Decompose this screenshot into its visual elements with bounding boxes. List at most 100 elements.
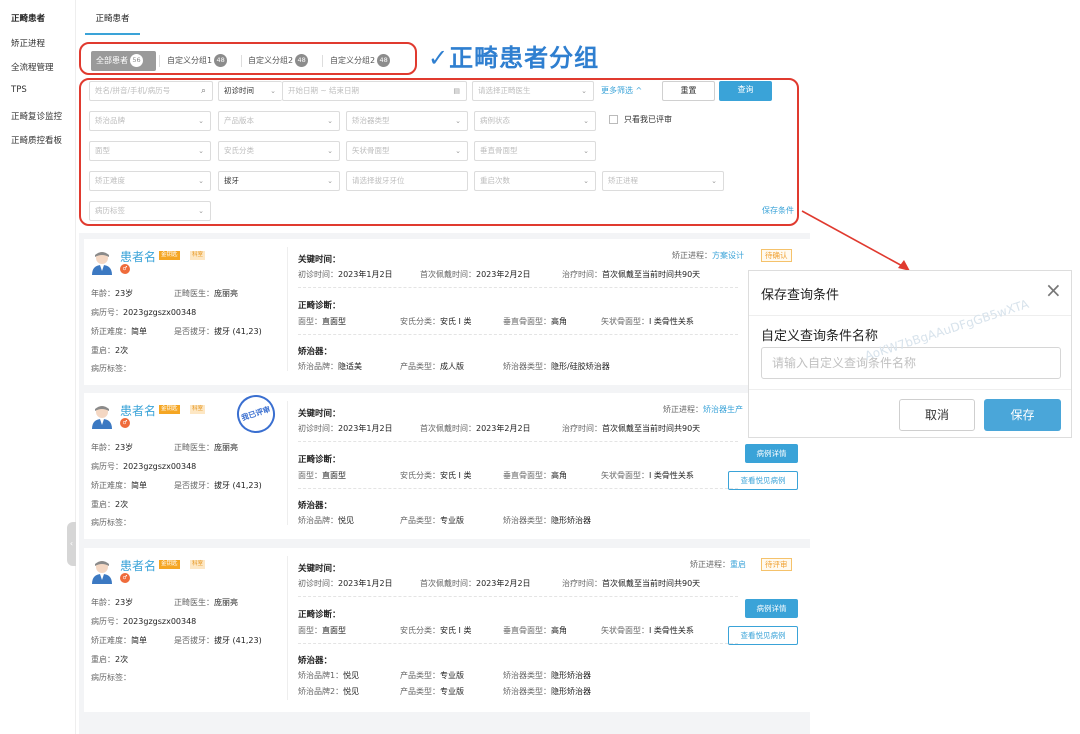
appliance-type-select[interactable]: 矫治器类型 ⌄: [346, 111, 468, 131]
divider: [298, 643, 738, 644]
cancel-button[interactable]: 取消: [899, 399, 975, 431]
tab-orthodontic-patients[interactable]: 正畸患者: [85, 8, 140, 35]
treat-time-field: 治疗时间：首次佩戴至当前时间共90天: [562, 578, 700, 589]
progress-value[interactable]: 重启: [730, 560, 746, 569]
product-version-select[interactable]: 产品版本 ⌄: [218, 111, 340, 131]
dept-badge: 科室: [190, 405, 206, 414]
extraction-select[interactable]: 拔牙 ⌄: [218, 171, 340, 191]
vertical-field: 垂直骨面型：高角: [503, 316, 567, 327]
doctor-field: 正畸医生：庞丽亮: [174, 288, 238, 299]
reviewed-stamp: 我已评审: [232, 390, 280, 438]
status-dot-icon: ♂: [120, 418, 130, 428]
divider: [749, 389, 1071, 390]
close-icon[interactable]: ×: [1045, 278, 1062, 302]
progress-value[interactable]: 矫治器生产: [703, 405, 743, 414]
case-detail-button[interactable]: 病例详情: [745, 599, 798, 618]
divider: [298, 488, 738, 489]
time-type-value: 初诊时间: [224, 86, 254, 95]
type-label: 矫治器类型：: [503, 516, 551, 525]
progress-value[interactable]: 方案设计: [712, 251, 744, 260]
angle-class-select[interactable]: 安氏分类 ⌄: [218, 141, 340, 161]
case-tags-select[interactable]: 病历标签 ⌄: [89, 201, 211, 221]
patient-name[interactable]: 患者名: [120, 402, 156, 419]
dept-badge: 科室: [190, 251, 206, 260]
treat-time-value: 首次佩戴至当前时间共90天: [602, 270, 701, 279]
top-tab-bar: 正畸患者: [79, 0, 810, 36]
avatar-icon: [92, 252, 112, 275]
case-status-placeholder: 病例状态: [480, 116, 510, 125]
save-query-dialog: 保存查询条件 × 自定义查询条件名称 请输入自定义查询条件名称 AoKW7bBg…: [748, 270, 1072, 438]
face-type-select[interactable]: 面型 ⌄: [89, 141, 211, 161]
type-value: 隐形/硅胶矫治器: [551, 362, 610, 371]
tags-field: 病历标签：: [91, 672, 131, 683]
face-value: 直面型: [322, 471, 346, 480]
doctor-select[interactable]: 请选择正畸医生 ⌄: [472, 81, 594, 101]
vertical-select[interactable]: 垂直骨面型 ⌄: [474, 141, 596, 161]
more-filters-link[interactable]: 更多筛选 ^: [601, 85, 642, 96]
restart-label: 重启：: [91, 655, 115, 664]
face-type-placeholder: 面型: [95, 146, 110, 155]
vertical-label: 垂直骨面型：: [503, 471, 551, 480]
key-time-title: 关键时间：: [298, 409, 341, 419]
chevron-down-icon: ⌄: [327, 177, 333, 185]
sidebar-item-orthodontic-patients[interactable]: 正畸患者: [11, 12, 45, 24]
sidebar-item-correction-progress[interactable]: 矫正进程: [11, 37, 45, 49]
search-input[interactable]: 姓名/拼音/手机/病历号 ⌕: [89, 81, 213, 101]
reset-button[interactable]: 重置: [662, 81, 715, 101]
angle-label: 安氏分类：: [400, 626, 440, 635]
extraction-value: 拔牙: [224, 176, 239, 185]
brand-label: 矫治品牌：: [298, 516, 338, 525]
view-case-button[interactable]: 查看悦见病例: [728, 626, 798, 645]
brand-placeholder: 矫治品牌: [95, 116, 125, 125]
only-reviewed-checkbox[interactable]: [609, 115, 618, 124]
patient-name[interactable]: 患者名: [120, 557, 156, 574]
chevron-down-icon: ⌄: [581, 87, 587, 95]
view-case-button[interactable]: 查看悦见病例: [728, 471, 798, 490]
record-value: 2023gzgszx00348: [123, 308, 197, 317]
save-condition-link[interactable]: 保存条件: [762, 205, 794, 216]
record-value: 2023gzgszx00348: [123, 617, 197, 626]
patient-name[interactable]: 患者名: [120, 248, 156, 265]
sagittal-select[interactable]: 矢状骨面型 ⌄: [346, 141, 468, 161]
difficulty-placeholder: 矫正难度: [95, 176, 125, 185]
progress-label: 矫正进程：: [663, 405, 703, 414]
restart-count-placeholder: 重启次数: [480, 176, 510, 185]
sidebar-item-tps[interactable]: TPS: [11, 85, 27, 95]
tooth-position-input[interactable]: 请选择拔牙牙位: [346, 171, 468, 191]
progress-select[interactable]: 矫正进程 ⌄: [602, 171, 724, 191]
date-range-input[interactable]: 开始日期 ~ 结束日期 ▤: [282, 81, 467, 101]
record-label: 病历号：: [91, 462, 123, 471]
appliance-type-field: 矫治器类型：隐形矫治器: [503, 515, 591, 526]
gold-key-badge: 金钥匙: [159, 560, 180, 569]
restart-value: 2次: [115, 346, 129, 355]
query-name-input[interactable]: 请输入自定义查询条件名称: [761, 347, 1061, 379]
sidebar-item-quality-board[interactable]: 正畸质控看板: [11, 134, 62, 146]
brand-select[interactable]: 矫治品牌 ⌄: [89, 111, 211, 131]
sagittal-value: I 类骨性关系: [649, 626, 694, 635]
sidebar-item-followup-monitor[interactable]: 正畸复诊监控: [11, 110, 62, 122]
doctor-value: 庞丽亮: [214, 289, 238, 298]
first-wear-value: 2023年2月2日: [476, 270, 531, 279]
search-placeholder: 姓名/拼音/手机/病历号: [95, 86, 171, 95]
difficulty-field: 矫正难度：简单: [91, 480, 147, 491]
avatar-icon: [92, 561, 112, 584]
chevron-down-icon: ⌄: [198, 147, 204, 155]
difficulty-select[interactable]: 矫正难度 ⌄: [89, 171, 211, 191]
query-button[interactable]: 查询: [719, 81, 772, 101]
treat-time-value: 首次佩戴至当前时间共90天: [602, 424, 701, 433]
case-detail-button[interactable]: 病例详情: [745, 444, 798, 463]
progress-label: 矫正进程：: [672, 251, 712, 260]
extraction-value: 拔牙 (41,23): [214, 636, 262, 645]
product-label: 产品类型：: [400, 362, 440, 371]
tooth-position-placeholder: 请选择拔牙牙位: [352, 176, 405, 185]
dialog-title: 保存查询条件: [761, 288, 840, 303]
sidebar-collapse-handle[interactable]: ‹: [67, 522, 76, 566]
type-label: 矫治器类型：: [503, 687, 551, 696]
treat-time-field: 治疗时间：首次佩戴至当前时间共90天: [562, 269, 700, 280]
sidebar-item-process-management[interactable]: 全流程管理: [11, 61, 54, 73]
save-button[interactable]: 保存: [984, 399, 1061, 431]
case-status-select[interactable]: 病例状态 ⌄: [474, 111, 596, 131]
appliance-type-field: 矫治器类型：隐形矫治器: [503, 670, 591, 681]
time-type-select[interactable]: 初诊时间 ⌄: [218, 81, 282, 101]
restart-count-input[interactable]: 重启次数 ⌄: [474, 171, 596, 191]
